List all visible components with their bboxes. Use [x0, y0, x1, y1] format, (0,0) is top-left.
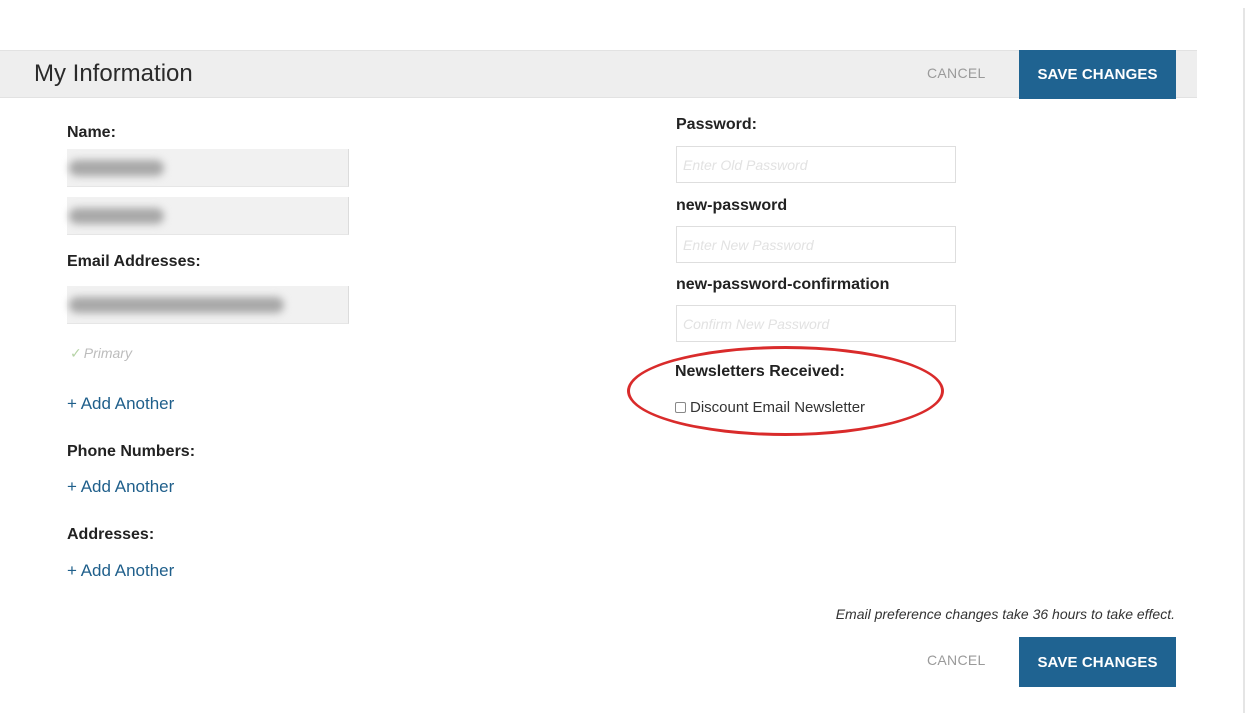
new-password-input[interactable]: [676, 226, 956, 263]
add-another-email-link[interactable]: + Add Another: [67, 394, 174, 414]
footer-save-changes-button[interactable]: SAVE CHANGES: [1019, 637, 1176, 687]
confirm-password-input[interactable]: [676, 305, 956, 342]
header-cancel-button[interactable]: CANCEL: [927, 65, 986, 81]
first-name-input[interactable]: [67, 149, 349, 187]
last-name-input[interactable]: [67, 197, 349, 235]
new-password-label: new-password: [676, 197, 788, 214]
password-label: Password:: [676, 116, 757, 133]
name-label: Name:: [67, 124, 116, 141]
redacted-value: [69, 208, 164, 224]
primary-label: Primary: [83, 345, 132, 361]
addresses-label: Addresses:: [67, 526, 155, 543]
annotation-highlight-ellipse: [627, 346, 944, 436]
header-save-changes-button[interactable]: SAVE CHANGES: [1019, 50, 1176, 99]
page-frame-edge: [1243, 8, 1245, 713]
email-addresses-label: Email Addresses:: [67, 253, 201, 270]
primary-email-tag: ✓ Primary: [70, 345, 132, 362]
old-password-input[interactable]: [676, 146, 956, 183]
footer-cancel-button[interactable]: CANCEL: [927, 652, 986, 668]
email-input[interactable]: [67, 286, 349, 324]
redacted-value: [69, 297, 284, 313]
new-password-confirmation-label: new-password-confirmation: [676, 276, 890, 293]
email-preference-note: Email preference changes take 36 hours t…: [835, 606, 1175, 622]
add-another-address-link[interactable]: + Add Another: [67, 561, 174, 581]
add-another-phone-link[interactable]: + Add Another: [67, 477, 174, 497]
redacted-value: [69, 160, 164, 176]
phone-numbers-label: Phone Numbers:: [67, 443, 196, 460]
page-title: My Information: [34, 60, 193, 87]
check-icon: ✓: [70, 345, 82, 361]
